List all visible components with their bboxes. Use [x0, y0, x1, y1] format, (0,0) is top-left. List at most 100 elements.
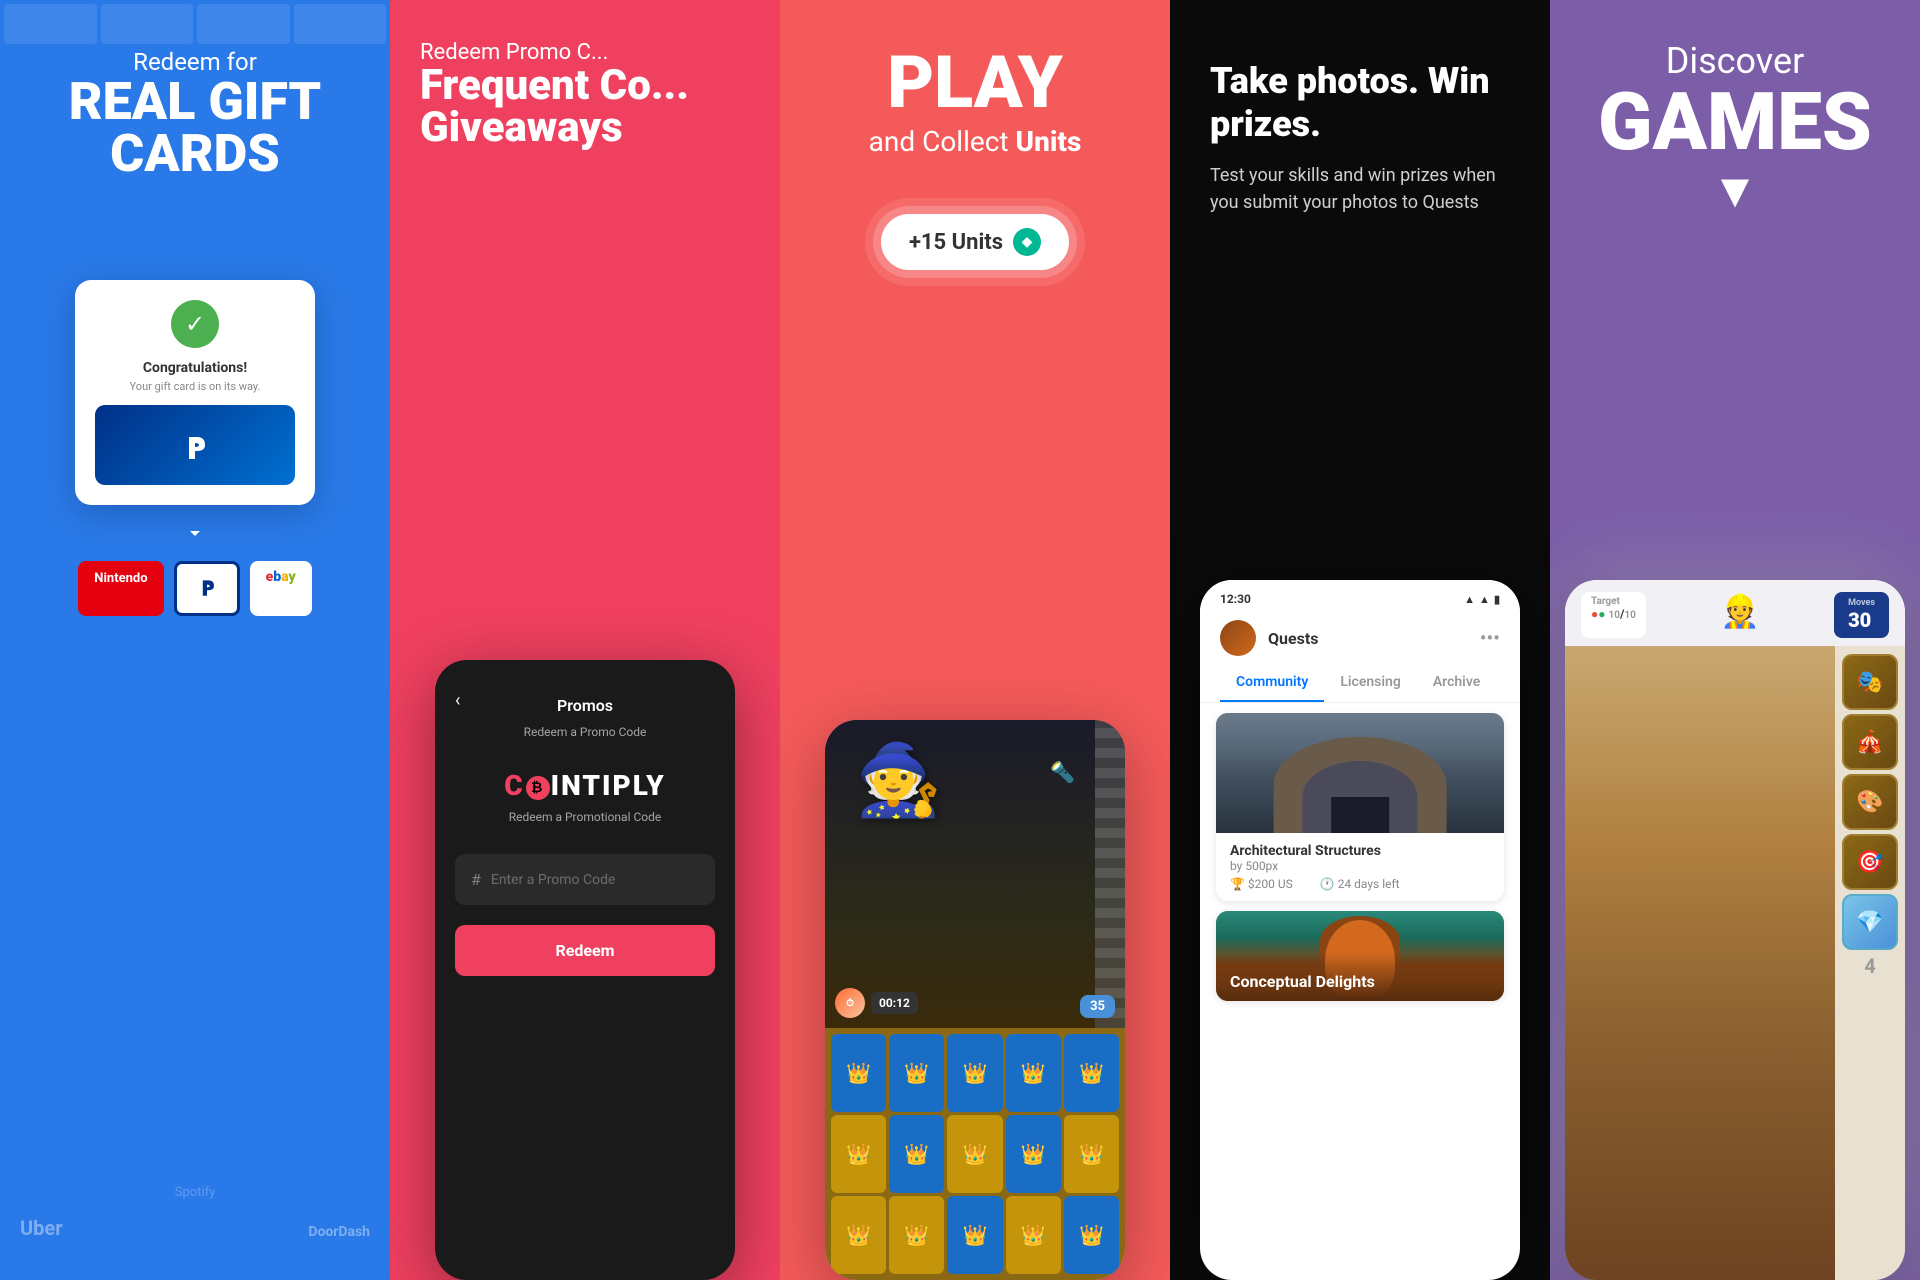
discover-header: Discover GAMES: [1550, 0, 1920, 172]
units-badge-container: +15 Units ◆: [780, 194, 1170, 290]
promos-subtitle: Redeem a Promo Code: [455, 725, 715, 739]
play-header: PLAY and Collect Units: [780, 0, 1170, 178]
redeem-button[interactable]: Redeem: [455, 925, 715, 976]
arrow-down-icon: ▼: [1550, 162, 1920, 219]
quests-app-title: Quests: [1268, 629, 1468, 648]
crown-cell: 👑: [889, 1115, 944, 1193]
status-bar: 12:30 ▲ ▲ ▮: [1200, 580, 1520, 612]
quest-1-prize: 🏆 $200 US 🕐 24 days left: [1230, 877, 1490, 891]
panel-promo: Redeem Promo C... Frequent Co... Giveawa…: [390, 0, 780, 1280]
crown-cell: 👑: [889, 1034, 944, 1112]
wifi-icon: ▲: [1464, 593, 1475, 606]
battery-icon: ▮: [1494, 593, 1500, 606]
game-target-box: Target ●● 10/10: [1581, 592, 1646, 638]
congrats-title: Congratulations!: [95, 360, 295, 376]
tab-licensing[interactable]: Licensing: [1324, 664, 1416, 702]
crown-cell: 👑: [947, 1115, 1002, 1193]
timer-display: 00:12: [871, 992, 918, 1014]
tab-archive[interactable]: Archive: [1417, 664, 1496, 702]
crown-cell: 👑: [831, 1115, 886, 1193]
game-moves-box: Moves 30: [1834, 592, 1889, 638]
promo-placeholder: Enter a Promo Code: [491, 872, 616, 888]
side-item-4: 🎯: [1842, 834, 1898, 890]
quests-phone: 12:30 ▲ ▲ ▮ Quests ••• Community Licensi…: [1200, 580, 1520, 1280]
game-phone: 🧙 🔦 ⏱ 00:12 35 👑 👑 👑 👑 👑 👑 👑 👑 👑 👑 👑: [825, 720, 1125, 1280]
quests-tab-bar: Community Licensing Archive: [1200, 664, 1520, 703]
panel-gift-cards: Redeem for REAL GIFT CARDS ✓ Congratulat…: [0, 0, 390, 1280]
check-icon: ✓: [171, 300, 219, 348]
architectural-image: [1216, 713, 1504, 833]
game-timer: ⏱ 00:12: [835, 988, 918, 1018]
more-options-icon[interactable]: •••: [1480, 626, 1500, 650]
game-side-panel: 🎭 🎪 🎨 🎯 💎 4: [1835, 646, 1905, 1280]
crown-cell: 👑: [1006, 1034, 1061, 1112]
side-item-count: 4: [1864, 954, 1875, 978]
gem-icon: ◆: [1013, 228, 1041, 256]
game-play-area: 🔴 🟢 🔴 🟢 🔴 🟡 🔴 🟢 🟡 🔵 ⬛ 🟡 ⬛ 🟡: [1565, 646, 1835, 1280]
promo-code-input[interactable]: # Enter a Promo Code: [455, 854, 715, 905]
status-time: 12:30: [1220, 592, 1251, 606]
cointiply-logo-area: C₿INTIPLY Redeem a Promotional Code: [455, 769, 715, 824]
quests-subtext: Test your skills and win prizes when you…: [1210, 162, 1510, 216]
panel-quests: Take photos. Win prizes. Test your skill…: [1170, 0, 1550, 1280]
match3-game-board: 👑 👑 👑 👑 👑 👑 👑 👑 👑 👑 👑 👑 👑 👑 👑: [825, 1028, 1125, 1280]
crown-cell: 👑: [831, 1034, 886, 1112]
back-icon[interactable]: ‹: [455, 690, 520, 711]
crown-cell: 👑: [1064, 1115, 1119, 1193]
crown-cell: 👑: [1064, 1034, 1119, 1112]
days-left: 🕐 24 days left: [1320, 877, 1412, 891]
crown-cell: 👑: [947, 1034, 1002, 1112]
tab-community[interactable]: Community: [1220, 664, 1324, 702]
target-label: Target: [1591, 596, 1636, 607]
side-item-diamond: 💎: [1842, 894, 1898, 950]
ebay-brand: ebay: [250, 561, 312, 616]
quest-1-title: Architectural Structures: [1230, 843, 1490, 859]
knight-character: 🧙: [855, 740, 942, 822]
spike-wall: [1095, 720, 1125, 1028]
status-icons: ▲ ▲ ▮: [1464, 593, 1500, 606]
playstation-card: [95, 405, 295, 485]
promos-title: Promos: [520, 696, 650, 715]
gift-cards-header: Redeem for REAL GIFT CARDS: [0, 0, 390, 200]
quest-card-2[interactable]: Conceptual Delights: [1216, 911, 1504, 1001]
panel-discover-games: Discover GAMES ▼ Target ●● 10/10 👷 Moves…: [1550, 0, 1920, 1280]
play-title: PLAY: [800, 40, 1150, 125]
prize-amount: 🏆 $200 US: [1230, 877, 1305, 891]
hashtag-icon: #: [471, 870, 481, 889]
cointiply-logo-sub: Redeem a Promotional Code: [455, 810, 715, 824]
crown-cell: 👑: [1064, 1196, 1119, 1274]
crown-cell: 👑: [1006, 1115, 1061, 1193]
crown-cell: 👑: [947, 1196, 1002, 1274]
quests-app-header: Quests •••: [1200, 612, 1520, 656]
nintendo-brand: Nintendo: [78, 561, 163, 616]
quests-headline: Take photos. Win prizes.: [1210, 60, 1510, 146]
game-status-bar: Target ●● 10/10 👷 Moves 30: [1565, 580, 1905, 646]
cointiply-phone: ‹ Promos Redeem a Promo Code C₿INTIPLY R…: [435, 660, 735, 1280]
games-label: GAMES: [1570, 82, 1900, 162]
promo-header: Redeem Promo C... Frequent Co... Giveawa…: [390, 0, 780, 169]
units-badge: +15 Units ◆: [881, 214, 1069, 270]
congrats-subtitle: Your gift card is on its way.: [95, 380, 295, 393]
cointiply-logo: C₿INTIPLY: [455, 769, 715, 802]
arrow-down-icon: [0, 521, 390, 545]
signal-icon: ▲: [1479, 593, 1490, 606]
target-value: ●● 10/10: [1591, 607, 1636, 621]
game-main-area: 🔴 🟢 🔴 🟢 🔴 🟡 🔴 🟢 🟡 🔵 ⬛ 🟡 ⬛ 🟡: [1565, 646, 1905, 1280]
and-collect-label: and Collect Units: [800, 125, 1150, 158]
conceptual-overlay: Conceptual Delights: [1216, 952, 1504, 1001]
score-display: 35: [1080, 995, 1115, 1018]
timer-icon: ⏱: [835, 988, 865, 1018]
playstation-brand: [174, 561, 240, 616]
quests-content: Take photos. Win prizes. Test your skill…: [1170, 0, 1550, 246]
crown-cell: 👑: [889, 1196, 944, 1274]
side-item-2: 🎪: [1842, 714, 1898, 770]
game-scene: 🧙 🔦 ⏱ 00:12 35: [825, 720, 1125, 1028]
conceptual-title: Conceptual Delights: [1230, 972, 1490, 991]
spotify-brand-bg: Spotify: [175, 1185, 216, 1200]
moves-count: 30: [1848, 608, 1875, 632]
quest-card-1[interactable]: Architectural Structures by 500px 🏆 $200…: [1216, 713, 1504, 901]
doordash-brand-bg: DoorDash: [308, 1224, 370, 1240]
crown-cell: 👑: [1006, 1196, 1061, 1274]
uber-brand-bg: Uber: [20, 1216, 63, 1240]
headline-gift-cards: REAL GIFT CARDS: [20, 76, 370, 180]
